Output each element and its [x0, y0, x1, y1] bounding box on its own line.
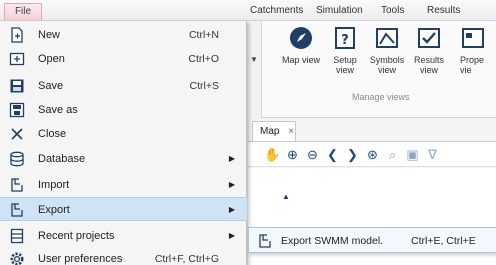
save-as-icon — [9, 102, 25, 118]
image-icon[interactable]: ▣ — [404, 146, 421, 163]
menu-item-save-as[interactable]: Save as — [0, 98, 247, 122]
menu-item-close[interactable]: Close — [0, 122, 247, 146]
menu-item-label: User preferences — [38, 253, 123, 265]
export-submenu: Export SWMM model. Ctrl+E, Ctrl+E — [248, 227, 496, 253]
hand-pan-icon[interactable]: ✋ — [264, 146, 281, 163]
question-box-icon: ? — [335, 27, 355, 49]
tab-map[interactable]: Map × — [252, 121, 296, 141]
map-view-button[interactable]: Map view — [280, 25, 322, 65]
menu-item-import[interactable]: Import ▶ — [0, 173, 247, 197]
menu-item-recent-projects[interactable]: Recent projects ▶ — [0, 224, 247, 248]
menu-item-open[interactable]: Open Ctrl+O — [0, 47, 247, 71]
menu-item-save[interactable]: Save Ctrl+S — [0, 74, 247, 98]
submenu-item-label: Export SWMM model. — [281, 235, 384, 247]
tab-simulation[interactable]: Simulation — [316, 4, 363, 18]
map-toolbar: ✋ ⊕ ⊖ ❮ ❯ ⊛ ⌕ ▣ ∇ — [248, 141, 496, 167]
menu-item-database[interactable]: Database ▶ — [0, 147, 247, 171]
symbols-icon — [376, 28, 398, 48]
submenu-arrow-icon: ▶ — [228, 205, 235, 214]
setup-view-label: Setup view — [333, 55, 357, 75]
menu-item-export[interactable]: Export ▶ — [0, 197, 247, 221]
globe-icon[interactable]: ⊛ — [364, 146, 381, 163]
menu-item-label: Close — [38, 128, 67, 140]
save-icon — [10, 79, 24, 93]
properties-view-label: Prope vie — [460, 55, 485, 75]
properties-view-button[interactable]: Prope vie — [452, 25, 496, 75]
export-icon — [259, 234, 271, 248]
submenu-arrow-icon: ▶ — [228, 180, 235, 189]
submenu-arrow-icon: ▶ — [228, 231, 235, 240]
ribbon-tab-strip: File Catchments Simulation Tools Results — [0, 0, 496, 21]
map-tab-label: Map — [260, 126, 280, 137]
results-view-button[interactable]: Results view — [408, 25, 450, 75]
map-north-marker-icon: ▲ — [282, 192, 290, 201]
manage-views-group-label: Manage views — [352, 92, 410, 102]
menu-item-new[interactable]: New Ctrl+N — [0, 23, 247, 47]
database-icon — [10, 151, 24, 167]
gear-icon — [10, 252, 24, 265]
tab-catchments[interactable]: Catchments — [250, 4, 303, 18]
ribbon-panel: Map view ? Setup view Symbols view Resul… — [248, 21, 496, 118]
back-icon[interactable]: ❮ — [324, 146, 341, 163]
zoom-out-icon[interactable]: ⊖ — [304, 146, 321, 163]
menu-item-label: Open — [38, 53, 65, 65]
menu-item-label: Database — [38, 153, 86, 165]
ribbon-left-edge: ▼ — [248, 21, 262, 118]
zoom-extent-icon[interactable]: ⌕ — [384, 146, 401, 163]
svg-text:?: ? — [341, 33, 349, 48]
forward-icon[interactable]: ❯ — [344, 146, 361, 163]
zoom-in-icon[interactable]: ⊕ — [284, 146, 301, 163]
menu-item-shortcut: Ctrl+S — [189, 80, 219, 92]
submenu-item-shortcut: Ctrl+E, Ctrl+E — [411, 235, 476, 247]
checkbox-icon — [418, 28, 440, 48]
menu-item-shortcut: Ctrl+N — [188, 29, 219, 41]
menu-item-label: New — [38, 29, 61, 41]
menu-item-label: Save as — [38, 104, 78, 116]
compass-icon — [290, 27, 312, 49]
open-icon — [9, 52, 25, 66]
submenu-item-export-swmm[interactable]: Export SWMM model. Ctrl+E, Ctrl+E — [249, 228, 496, 252]
menu-item-shortcut: Ctrl+F, Ctrl+G — [154, 253, 219, 265]
close-icon — [11, 128, 23, 140]
properties-icon — [462, 28, 484, 48]
import-icon — [11, 178, 23, 192]
menu-item-user-preferences[interactable]: User preferences Ctrl+F, Ctrl+G — [0, 247, 247, 265]
menu-item-label: Export — [38, 204, 70, 216]
menu-item-label: Import — [38, 179, 70, 191]
recent-projects-icon — [10, 228, 24, 244]
results-view-label: Results view — [413, 55, 444, 75]
symbols-view-label: Symbols view — [369, 55, 405, 75]
symbols-view-button[interactable]: Symbols view — [366, 25, 408, 75]
map-tab-close-icon[interactable]: × — [288, 126, 294, 137]
dropdown-arrow-icon[interactable]: ▼ — [250, 55, 258, 64]
tab-results[interactable]: Results — [427, 4, 460, 18]
tab-tools[interactable]: Tools — [381, 4, 404, 18]
submenu-arrow-icon: ▶ — [228, 154, 235, 163]
menu-item-label: Save — [38, 80, 64, 92]
menu-item-label: Recent projects — [38, 230, 115, 242]
filter-icon[interactable]: ∇ — [424, 146, 441, 163]
tab-file[interactable]: File — [4, 3, 42, 20]
menu-item-shortcut: Ctrl+O — [188, 53, 219, 65]
new-file-icon — [11, 27, 23, 43]
map-view-label: Map view — [281, 55, 320, 65]
file-menu: New Ctrl+N Open Ctrl+O Save Ctrl+S Save … — [0, 21, 247, 265]
setup-view-button[interactable]: ? Setup view — [324, 25, 366, 75]
export-icon — [11, 203, 23, 217]
